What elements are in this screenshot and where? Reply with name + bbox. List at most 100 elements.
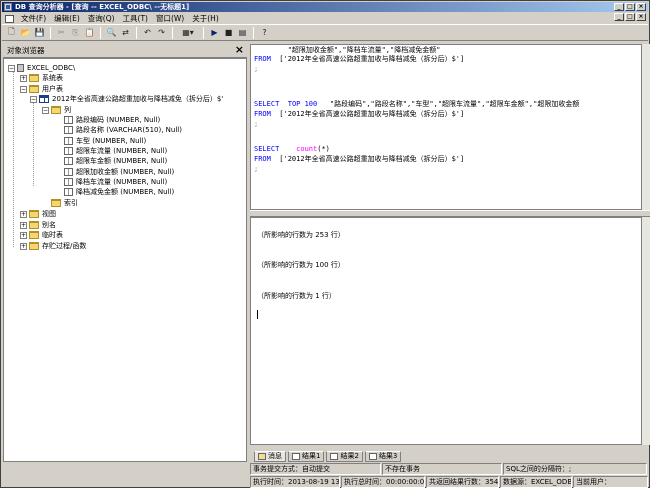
expand-icon[interactable]: + xyxy=(20,242,27,250)
menu-about[interactable]: 关于(H) xyxy=(188,13,223,24)
result-tabs: 消息 结果1 结果2 结果3 xyxy=(250,450,650,462)
folder-icon xyxy=(51,199,61,207)
status-bar-top: 事务提交方式：自动提交 不存在事务 SQL之间的分隔符：; xyxy=(250,463,649,475)
column-icon xyxy=(64,168,73,176)
column-icon xyxy=(64,178,73,186)
folder-icon xyxy=(51,106,61,114)
new-file-icon[interactable]: 🗋 xyxy=(5,26,18,39)
toolbar-separator xyxy=(172,26,173,39)
close-icon[interactable]: × xyxy=(235,44,244,56)
tree-node-root[interactable]: − EXCEL_ODBC\ xyxy=(8,63,75,73)
object-tree[interactable]: − EXCEL_ODBC\ + 系统表 − 用户表 − 2012年全省高速公路超… xyxy=(3,58,247,462)
collapse-icon[interactable]: − xyxy=(8,64,15,72)
message-icon xyxy=(258,453,266,460)
maximize-button[interactable]: □ xyxy=(625,3,635,11)
menu-query[interactable]: 查询(Q) xyxy=(84,13,119,24)
minimize-button[interactable]: _ xyxy=(614,3,624,11)
status-exec-time: 执行时间：2013-08-19 13: xyxy=(250,476,340,488)
folder-icon xyxy=(29,242,39,250)
status-transaction: 不存在事务 xyxy=(382,463,502,475)
editor-scrollbar[interactable] xyxy=(642,44,650,210)
title-bar: DB 查询分析器 - [查询 -- EXCEL_ODBC\ --无标题1] _ … xyxy=(2,2,648,12)
close-button[interactable]: × xyxy=(636,3,646,11)
collapse-icon[interactable]: − xyxy=(20,85,27,93)
document-icon[interactable] xyxy=(4,14,14,23)
object-browser-icon[interactable]: ▤ xyxy=(236,26,249,39)
object-browser-pane: 对象浏览器 × − EXCEL_ODBC\ + 系统表 − 用户表 − 2012… xyxy=(3,44,247,462)
window-title: DB 查询分析器 - [查询 -- EXCEL_ODBC\ --无标题1] xyxy=(15,3,190,11)
copy-icon[interactable]: ⎘ xyxy=(69,26,82,39)
child-minimize-button[interactable]: _ xyxy=(614,13,624,21)
stop-icon[interactable]: ■ xyxy=(222,26,235,39)
grid-icon xyxy=(330,453,339,460)
child-restore-button[interactable]: □ xyxy=(625,13,635,21)
cut-icon[interactable]: ✂ xyxy=(55,26,68,39)
folder-icon xyxy=(29,221,39,229)
collapse-icon[interactable]: − xyxy=(30,95,37,103)
tree-node-user-tables[interactable]: − 用户表 xyxy=(20,84,63,94)
toolbar-separator xyxy=(50,26,51,39)
tree-node-temp-tables[interactable]: + 临时表 xyxy=(20,230,63,240)
child-close-button[interactable]: × xyxy=(636,13,646,21)
tab-result-3[interactable]: 结果3 xyxy=(364,451,402,462)
toolbar-separator xyxy=(253,26,254,39)
tree-node-views[interactable]: + 视图 xyxy=(20,209,56,219)
status-total-time: 执行总时间：00:00:00:031 xyxy=(341,476,425,488)
save-icon[interactable]: 💾 xyxy=(33,26,46,39)
menu-file[interactable]: 文件(F) xyxy=(17,13,50,24)
tree-node-index[interactable]: 索引 xyxy=(51,198,78,208)
undo-icon[interactable]: ↶ xyxy=(141,26,154,39)
tree-node-column[interactable]: 车型 (NUMBER, Null) xyxy=(64,136,146,146)
tree-node-column[interactable]: 超限车金额 (NUMBER, Null) xyxy=(64,156,167,166)
status-datasource: 数据源：EXCEL_ODBC xyxy=(500,476,572,488)
redo-icon[interactable]: ↷ xyxy=(155,26,168,39)
tree-node-column[interactable]: 路段编码 (NUMBER, Null) xyxy=(64,115,160,125)
toolbar: 🗋 📂 💾 ✂ ⎘ 📋 🔍 ⇄ ↶ ↷ ▦▾ ▶ ■ ▤ ? xyxy=(2,24,648,41)
expand-icon[interactable]: + xyxy=(20,231,27,239)
tree-node-column[interactable]: 超限加收金额 (NUMBER, Null) xyxy=(64,167,174,177)
grid-icon xyxy=(292,453,300,460)
table-icon xyxy=(39,95,49,103)
menu-tools[interactable]: 工具(T) xyxy=(119,13,152,24)
messages-scrollbar[interactable] xyxy=(642,217,650,445)
folder-icon xyxy=(29,210,39,218)
tree-node-column[interactable]: 超限车流量 (NUMBER, Null) xyxy=(64,146,167,156)
help-icon[interactable]: ? xyxy=(258,26,271,39)
folder-icon xyxy=(29,85,39,93)
column-icon xyxy=(64,137,73,145)
toolbar-separator xyxy=(136,26,137,39)
find-icon[interactable]: 🔍 xyxy=(105,26,118,39)
tree-node-column[interactable]: 降档车流量 (NUMBER, Null) xyxy=(64,177,167,187)
tab-messages[interactable]: 消息 xyxy=(254,451,286,462)
tree-node-aliases[interactable]: + 别名 xyxy=(20,220,56,230)
tree-node-table[interactable]: − 2012年全省高速公路超重加收与降档减免（拆分后）$' xyxy=(30,94,223,104)
paste-icon[interactable]: 📋 xyxy=(83,26,96,39)
tree-node-column[interactable]: 路段名称 (VARCHAR(510), Null) xyxy=(64,125,182,135)
menu-edit[interactable]: 编辑(E) xyxy=(50,13,84,24)
tree-node-column[interactable]: 降档减免金额 (NUMBER, Null) xyxy=(64,187,174,197)
expand-icon[interactable]: + xyxy=(20,210,27,218)
folder-icon xyxy=(29,74,39,82)
tree-node-system-tables[interactable]: + 系统表 xyxy=(20,73,63,83)
tree-node-columns[interactable]: − 列 xyxy=(42,105,71,115)
status-commit-mode: 事务提交方式：自动提交 xyxy=(250,463,381,475)
text-caret xyxy=(257,310,258,319)
object-browser-header: 对象浏览器 × xyxy=(3,44,247,58)
collapse-icon[interactable]: − xyxy=(42,106,49,114)
result-mode-dropdown-icon[interactable]: ▦▾ xyxy=(177,26,199,39)
message-line: （所影响的行数为 253 行） xyxy=(257,231,345,239)
menu-window[interactable]: 窗口(W) xyxy=(152,13,188,24)
tab-result-2[interactable]: 结果2 xyxy=(326,451,363,462)
expand-icon[interactable]: + xyxy=(20,74,27,82)
column-icon xyxy=(64,126,73,134)
replace-icon[interactable]: ⇄ xyxy=(119,26,132,39)
app-icon xyxy=(4,3,12,11)
horizontal-splitter[interactable] xyxy=(250,210,650,217)
open-folder-icon[interactable]: 📂 xyxy=(19,26,32,39)
expand-icon[interactable]: + xyxy=(20,221,27,229)
tree-node-procedures[interactable]: + 存贮过程/函数 xyxy=(20,241,86,251)
sql-editor[interactable]: "超限加收金额","降档车流量","降档减免金额" FROM ['2012年全省… xyxy=(250,44,642,210)
tab-result-1[interactable]: 结果1 xyxy=(288,451,325,462)
messages-pane[interactable]: （所影响的行数为 253 行） （所影响的行数为 100 行） （所影响的行数为… xyxy=(250,217,642,445)
execute-icon[interactable]: ▶ xyxy=(208,26,221,39)
